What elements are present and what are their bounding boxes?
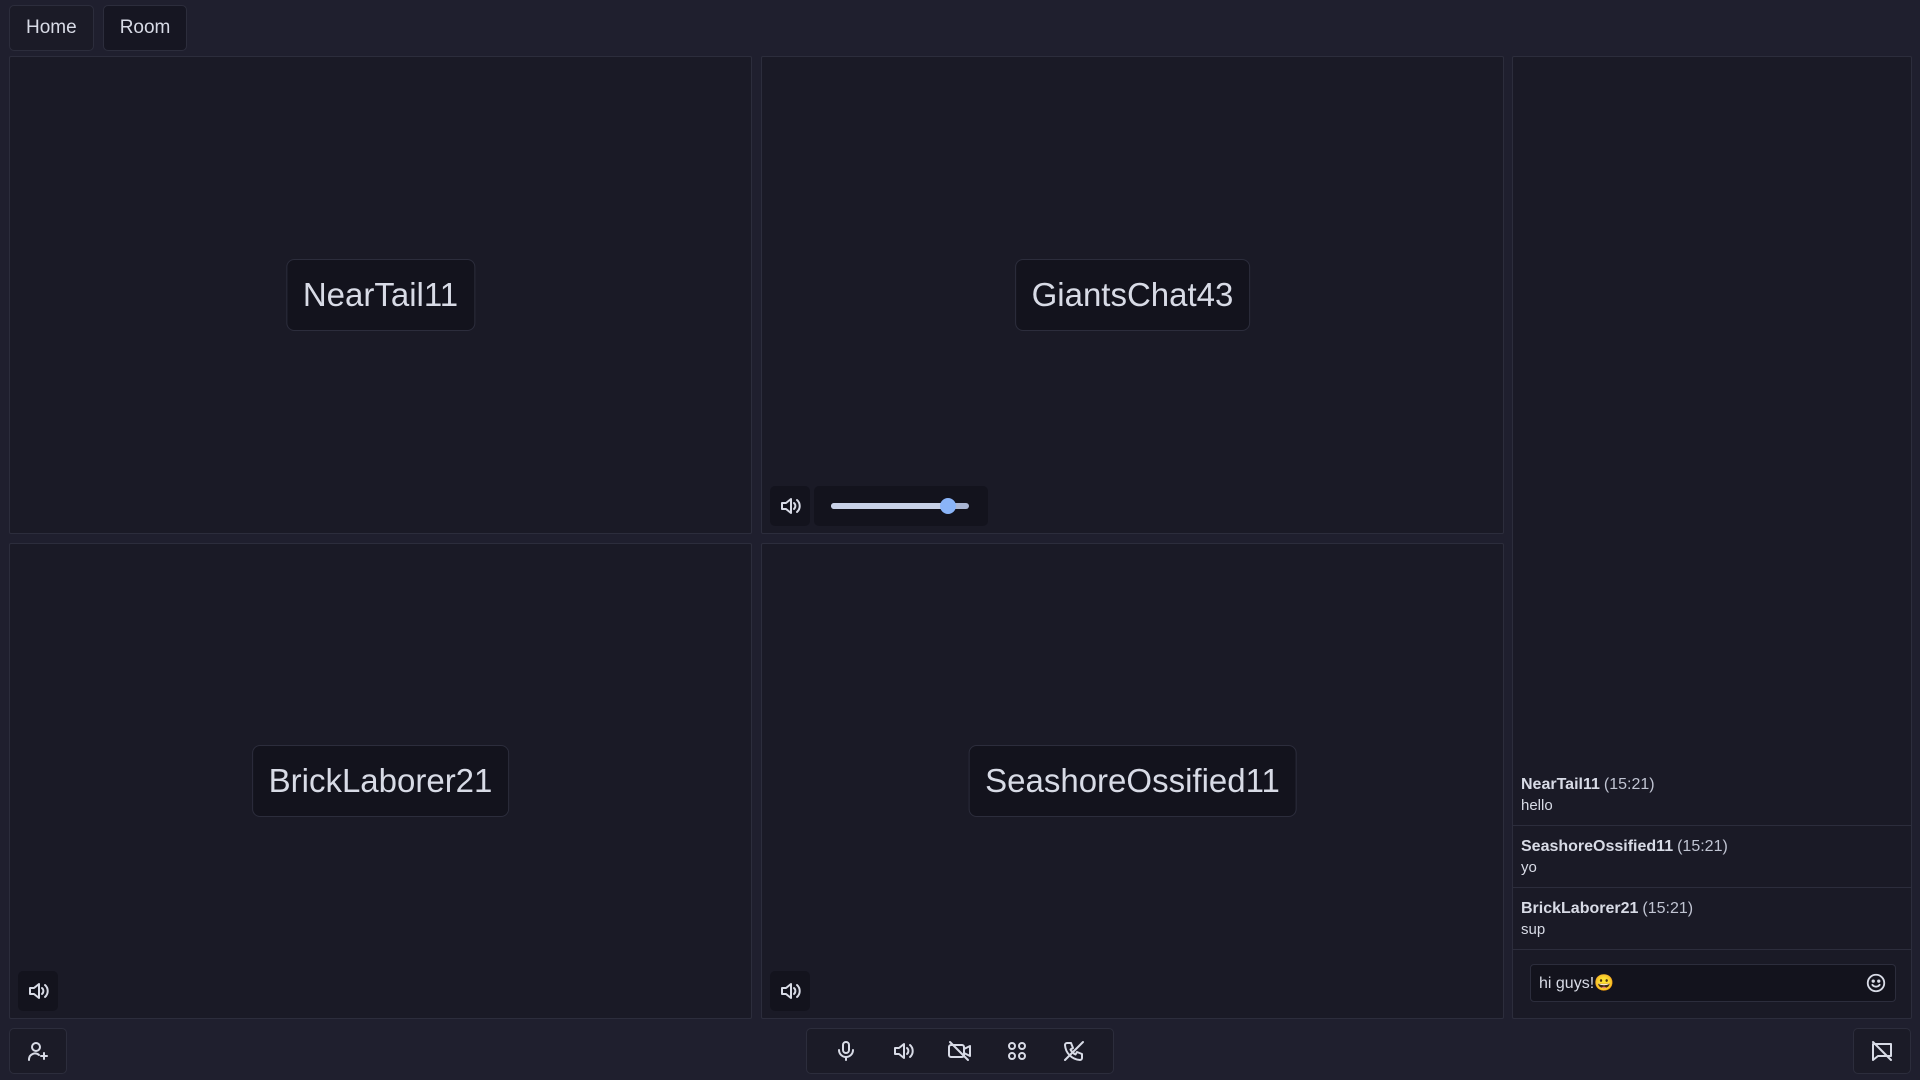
chat-message: BrickLaborer21 (15:21) sup xyxy=(1513,888,1911,950)
participant-tile: NearTail11 xyxy=(9,56,752,534)
volume-button[interactable] xyxy=(770,971,810,1011)
chat-off-icon xyxy=(1870,1039,1894,1063)
microphone-button[interactable] xyxy=(821,1031,871,1071)
participant-tile: SeashoreOssified11 xyxy=(761,543,1504,1019)
grid-view-icon xyxy=(1005,1039,1029,1063)
toggle-chat-button[interactable] xyxy=(1853,1028,1911,1074)
chat-input[interactable] xyxy=(1539,974,1865,992)
participant-name: BrickLaborer21 xyxy=(251,745,510,817)
add-user-button[interactable] xyxy=(9,1028,67,1074)
speaker-icon xyxy=(778,494,802,518)
volume-button[interactable] xyxy=(770,486,810,526)
participant-name: SeashoreOssified11 xyxy=(968,745,1297,817)
chat-message: SeashoreOssified11 (15:21) yo xyxy=(1513,826,1911,888)
add-user-icon xyxy=(26,1039,50,1063)
chat-message: NearTail11 (15:21) hello xyxy=(1513,764,1911,826)
chat-author: SeashoreOssified11 xyxy=(1521,838,1674,855)
participant-tile: BrickLaborer21 xyxy=(9,543,752,1019)
emoji-icon[interactable] xyxy=(1865,972,1887,994)
chat-time: (15:21) xyxy=(1677,838,1728,855)
camera-off-icon xyxy=(947,1039,973,1063)
chat-author: NearTail11 xyxy=(1521,776,1600,793)
chat-text: hello xyxy=(1521,797,1553,814)
microphone-icon xyxy=(834,1039,858,1063)
volume-fill xyxy=(831,503,949,509)
volume-slider[interactable] xyxy=(814,486,988,526)
chat-message-list: NearTail11 (15:21) hello SeashoreOssified… xyxy=(1513,764,1911,950)
chat-author: BrickLaborer21 xyxy=(1521,900,1639,917)
camera-toggle-button[interactable] xyxy=(935,1031,985,1071)
chat-panel: NearTail11 (15:21) hello SeashoreOssified… xyxy=(1512,56,1912,1019)
participant-tile: GiantsChat43 xyxy=(761,56,1504,534)
top-nav: Home Room xyxy=(0,0,1920,56)
home-button[interactable]: Home xyxy=(9,5,94,51)
room-button[interactable]: Room xyxy=(102,5,188,51)
speaker-icon xyxy=(778,979,802,1003)
call-controls xyxy=(806,1028,1114,1074)
hang-up-button[interactable] xyxy=(1049,1031,1099,1071)
speaker-icon xyxy=(26,979,50,1003)
speaker-icon xyxy=(891,1039,915,1063)
chat-time: (15:21) xyxy=(1603,776,1655,793)
grid-view-button[interactable] xyxy=(992,1031,1042,1071)
participant-name: GiantsChat43 xyxy=(1014,259,1251,331)
volume-thumb[interactable] xyxy=(940,498,957,514)
chat-text: sup xyxy=(1521,921,1546,938)
speaker-button[interactable] xyxy=(878,1031,928,1071)
volume-button[interactable] xyxy=(18,971,58,1011)
participant-name: NearTail11 xyxy=(285,259,476,331)
chat-text: yo xyxy=(1521,859,1537,876)
chat-input-box[interactable] xyxy=(1530,964,1896,1002)
hang-up-icon xyxy=(1062,1039,1086,1063)
chat-time: (15:21) xyxy=(1642,900,1694,917)
